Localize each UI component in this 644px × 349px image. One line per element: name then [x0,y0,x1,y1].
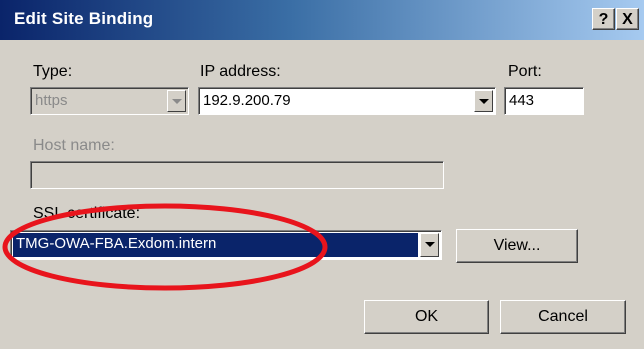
help-button[interactable]: ? [592,8,615,30]
chevron-down-icon [172,99,182,104]
ip-address-dropdown-button[interactable] [474,90,493,112]
ssl-certificate-label: SSL certificate: [33,205,141,222]
type-label: Type: [33,63,73,80]
ip-address-value: 192.9.200.79 [203,92,291,109]
close-button[interactable]: X [616,8,639,30]
host-name-label: Host name: [33,137,115,154]
ssl-certificate-value: TMG-OWA-FBA.Exdom.intern [13,233,418,257]
port-label: Port: [508,63,542,80]
edit-site-binding-dialog: Edit Site Binding ? X Type: https IP add… [0,0,644,349]
ok-button[interactable]: OK [364,300,489,334]
port-value: 443 [509,92,535,109]
ssl-certificate-dropdown-button[interactable] [420,233,439,257]
ip-address-label: IP address: [200,63,281,80]
type-dropdown-button [167,90,186,112]
title-bar[interactable]: Edit Site Binding ? X [0,0,644,40]
dialog-title: Edit Site Binding [14,9,154,28]
cancel-button[interactable]: Cancel [500,300,626,334]
host-name-input [30,161,444,189]
type-value: https [35,92,68,109]
chevron-down-icon [479,99,489,104]
port-input[interactable]: 443 [504,87,584,115]
type-select: https [30,87,189,115]
ip-address-select[interactable]: 192.9.200.79 [198,87,496,115]
ssl-certificate-select[interactable]: TMG-OWA-FBA.Exdom.intern [10,230,442,260]
view-certificate-button[interactable]: View... [456,229,578,263]
chevron-down-icon [425,242,435,247]
